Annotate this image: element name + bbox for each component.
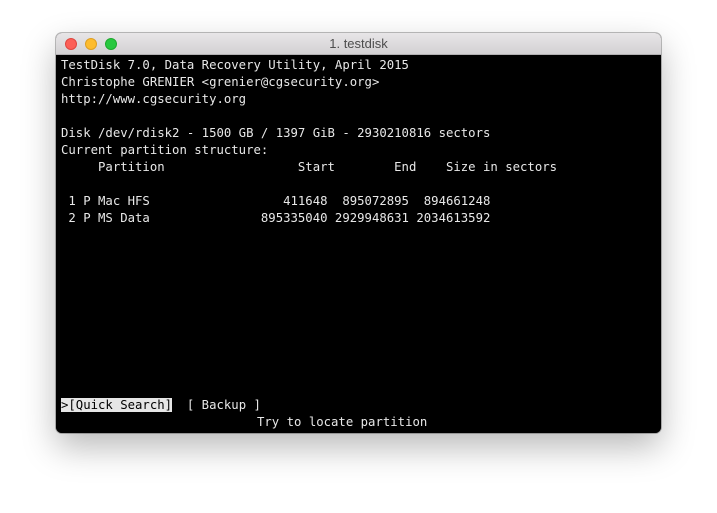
disk-info-line: Disk /dev/rdisk2 - 1500 GB / 1397 GiB - … <box>61 126 491 140</box>
quick-search-button[interactable]: >[Quick Search] <box>61 398 173 412</box>
title-bar[interactable]: 1. testdisk <box>56 33 661 55</box>
partition-structure-label: Current partition structure: <box>61 143 269 157</box>
terminal-content[interactable]: TestDisk 7.0, Data Recovery Utility, Apr… <box>56 55 661 433</box>
menu-bar: >[Quick Search] [ Backup ] <box>61 397 261 414</box>
app-version-line: TestDisk 7.0, Data Recovery Utility, Apr… <box>61 58 409 72</box>
partition-row: 1 P Mac HFS 411648 895072895 894661248 <box>61 194 491 208</box>
window-title: 1. testdisk <box>329 36 388 51</box>
author-line: Christophe GRENIER <grenier@cgsecurity.o… <box>61 75 380 89</box>
partition-table-header: Partition Start End Size in sectors <box>61 160 558 174</box>
menu-hint: Try to locate partition <box>257 415 428 429</box>
backup-button[interactable]: [ Backup ] <box>187 398 261 412</box>
partition-row: 2 P MS Data 895335040 2929948631 2034613… <box>61 211 491 225</box>
terminal-window: 1. testdisk TestDisk 7.0, Data Recovery … <box>56 33 661 433</box>
website-line: http://www.cgsecurity.org <box>61 92 247 106</box>
